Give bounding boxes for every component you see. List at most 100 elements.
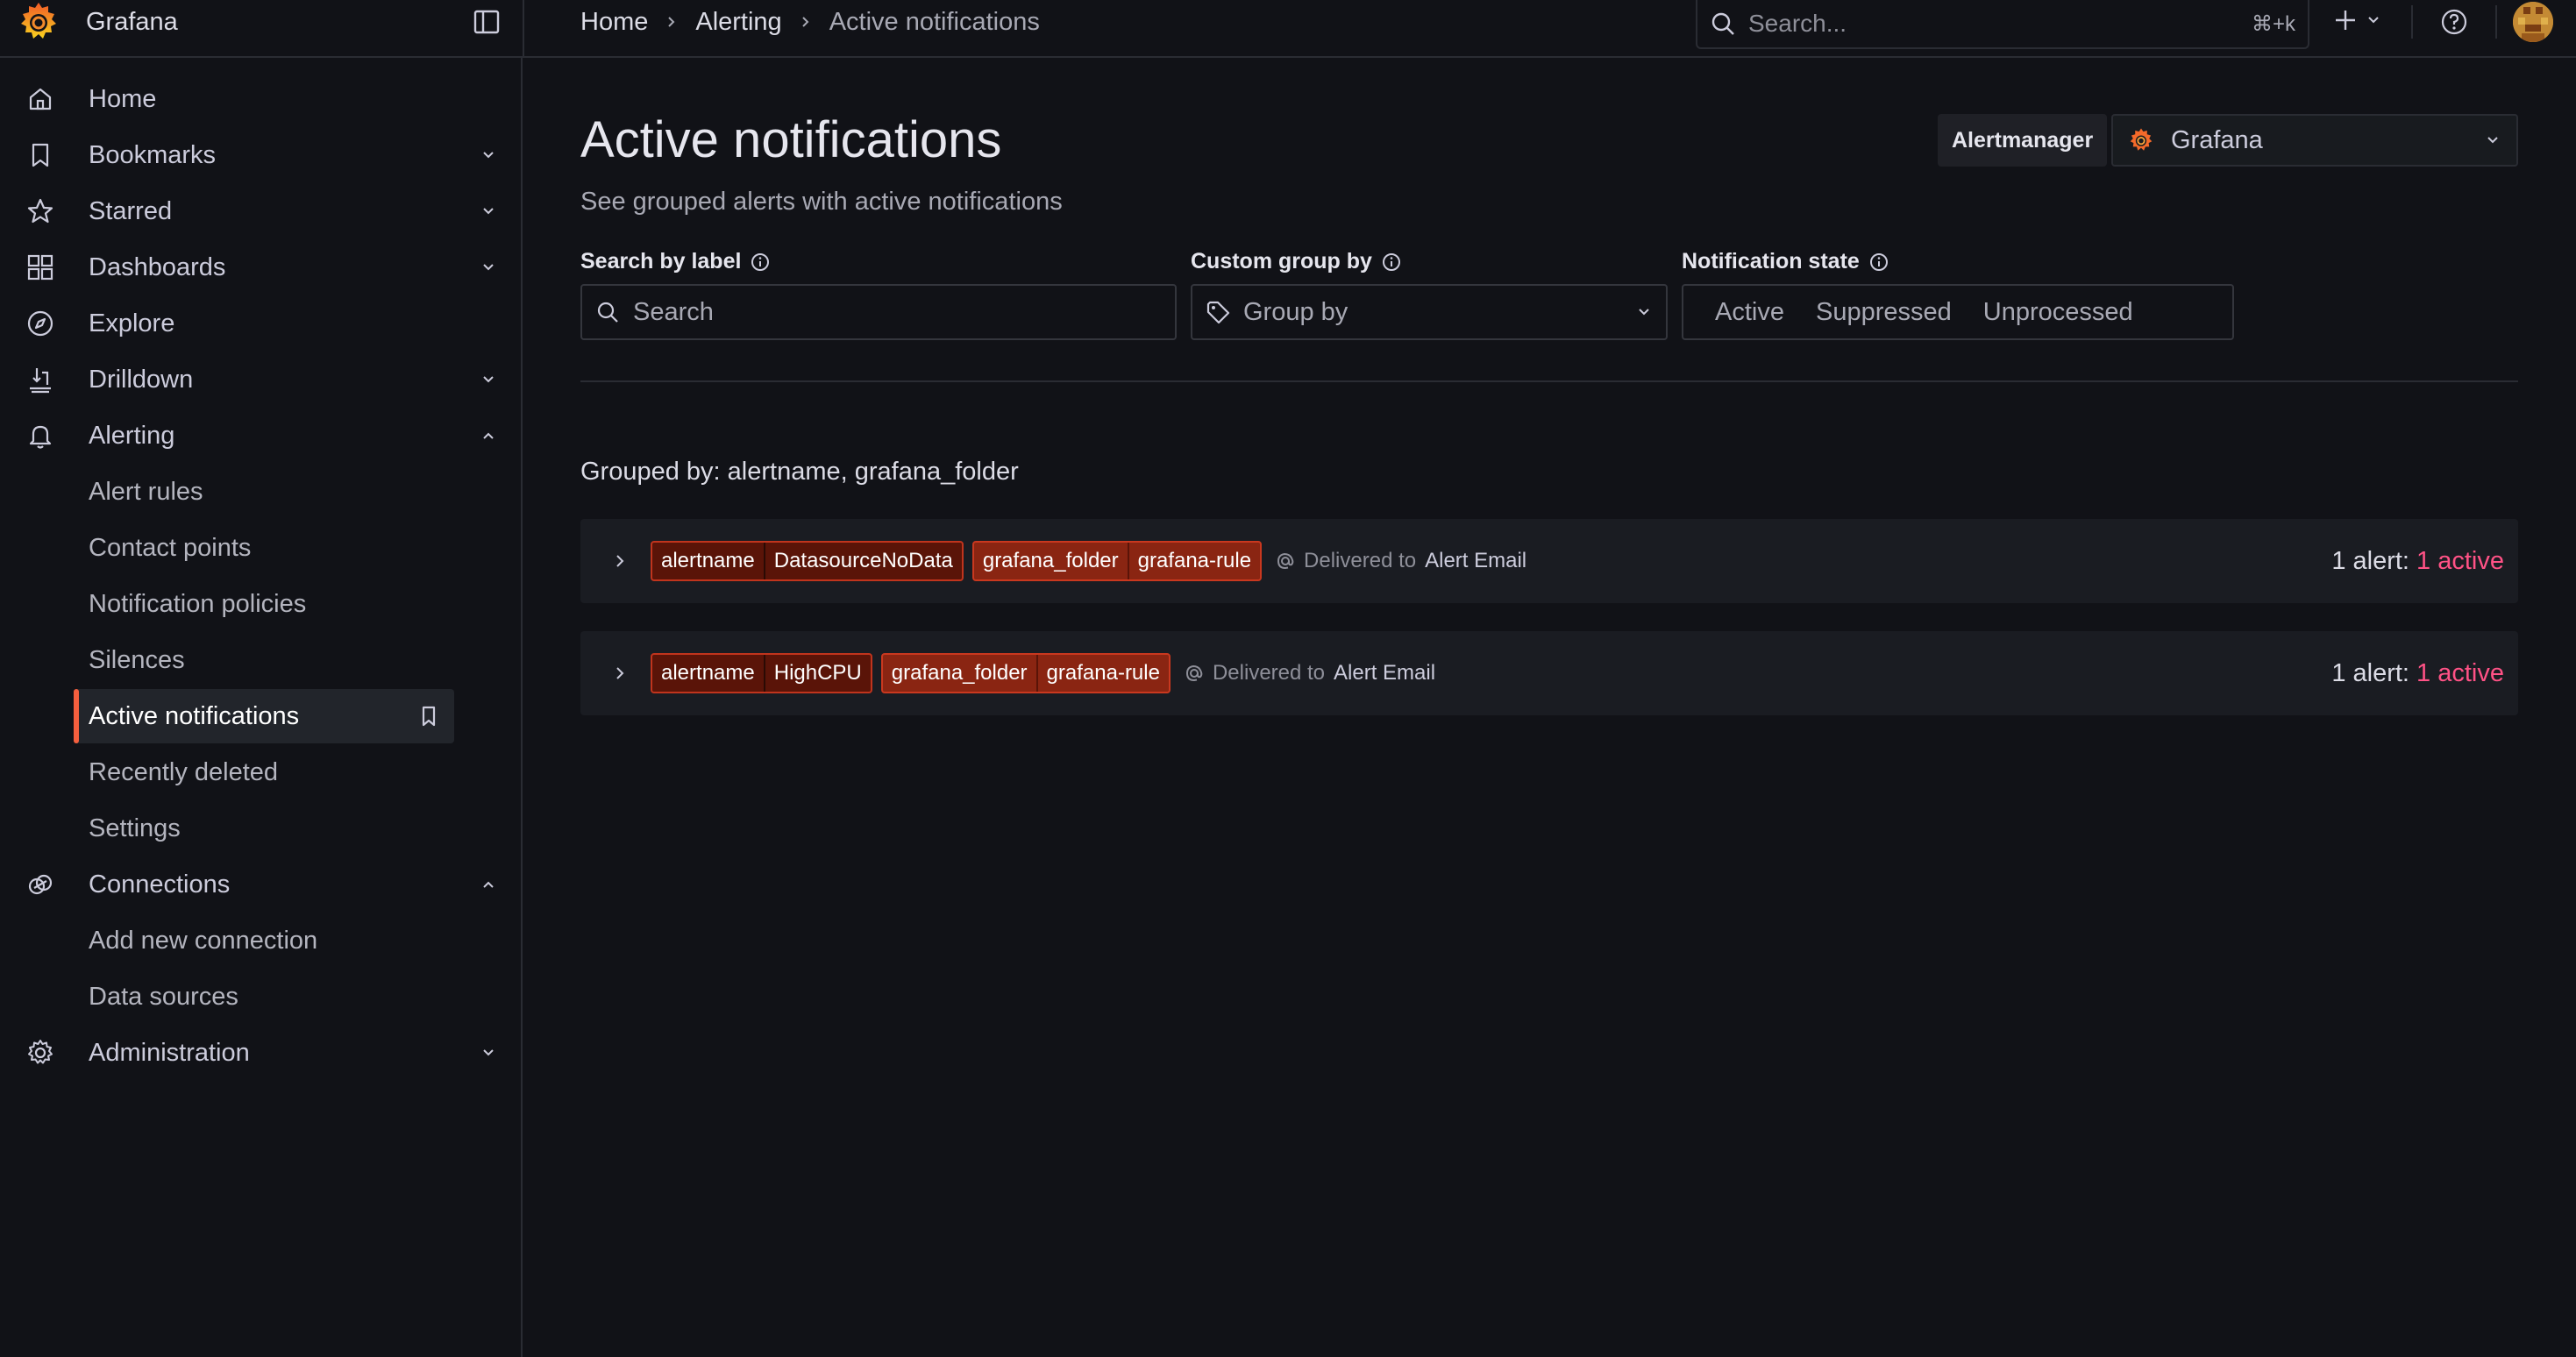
delivered-to: Delivered to Alert Email bbox=[1276, 549, 1526, 573]
label-search-placeholder: Search bbox=[633, 297, 714, 326]
filters-divider bbox=[580, 380, 2518, 382]
dock-menu-icon[interactable] bbox=[472, 7, 502, 37]
chevron-right-icon[interactable] bbox=[610, 551, 630, 571]
alertmanager-select[interactable]: Grafana bbox=[2111, 114, 2518, 167]
filter-label-text: Custom group by bbox=[1191, 249, 1372, 274]
help-icon[interactable] bbox=[2439, 7, 2469, 37]
label-value: grafana-rule bbox=[1137, 549, 1252, 572]
label-key: grafana_folder bbox=[883, 655, 1038, 692]
alert-count-active: 1 active bbox=[2416, 658, 2504, 687]
label-value: grafana-rule bbox=[1046, 661, 1160, 685]
sidebar-item-add-new-connection[interactable]: Add new connection bbox=[74, 913, 454, 968]
bookmark-icon[interactable] bbox=[416, 703, 442, 729]
sidebar-item-label: Explore bbox=[89, 309, 175, 337]
alert-count-prefix: 1 alert: bbox=[2331, 658, 2409, 687]
sidebar-item-label: Connections bbox=[89, 870, 231, 899]
search-icon bbox=[597, 302, 618, 323]
tag-icon bbox=[1206, 301, 1230, 324]
at-icon bbox=[1277, 552, 1294, 570]
label-search-input[interactable]: Search bbox=[580, 284, 1177, 340]
chevron-down-icon[interactable] bbox=[479, 202, 498, 221]
alert-group-row[interactable]: alertname DatasourceNoData grafana_folde… bbox=[580, 519, 2518, 603]
label-tag: alertname HighCPU bbox=[651, 653, 872, 693]
brand[interactable]: Grafana bbox=[16, 0, 178, 44]
sidebar-item-connections[interactable]: Connections bbox=[0, 857, 523, 912]
breadcrumb-home[interactable]: Home bbox=[580, 8, 648, 37]
sidebar-item-notification-policies[interactable]: Notification policies bbox=[74, 577, 454, 631]
chevron-down-icon[interactable] bbox=[479, 146, 498, 165]
sidebar-item-label: Active notifications bbox=[89, 701, 300, 730]
sidebar-item-starred[interactable]: Starred bbox=[0, 184, 523, 238]
star-icon bbox=[27, 198, 53, 224]
sidebar-item-active-notifications[interactable]: Active notifications bbox=[74, 689, 454, 743]
group-labels: alertname DatasourceNoData grafana_folde… bbox=[651, 541, 1526, 581]
chevron-up-icon[interactable] bbox=[479, 426, 498, 445]
chevron-down-icon[interactable] bbox=[479, 258, 498, 277]
sidebar-item-silences[interactable]: Silences bbox=[74, 633, 454, 687]
sidebar-item-recently-deleted[interactable]: Recently deleted bbox=[74, 745, 454, 799]
at-icon bbox=[1185, 664, 1203, 682]
plus-icon bbox=[2336, 11, 2355, 30]
alert-count: 1 alert: 1 active bbox=[2331, 659, 2504, 688]
contact-point-name[interactable]: Alert Email bbox=[1425, 549, 1526, 573]
sidebar-item-contact-points[interactable]: Contact points bbox=[74, 521, 454, 575]
chevron-down-icon bbox=[2487, 137, 2498, 144]
toolbar-separator bbox=[2411, 5, 2413, 39]
grafana-logo-icon[interactable] bbox=[16, 0, 61, 45]
group-by-placeholder: Group by bbox=[1243, 297, 1348, 326]
label-key: alertname bbox=[652, 655, 765, 692]
filter-label-text: Notification state bbox=[1682, 249, 1860, 274]
alert-count-prefix: 1 alert: bbox=[2331, 546, 2409, 575]
chevron-right-icon bbox=[668, 17, 675, 27]
state-option-suppressed[interactable]: Suppressed bbox=[1800, 298, 1968, 327]
sidebar-item-administration[interactable]: Administration bbox=[0, 1026, 523, 1080]
alertmanager-value: Grafana bbox=[2171, 125, 2263, 154]
sidebar-item-label: Administration bbox=[89, 1038, 250, 1067]
group-by-select[interactable]: Group by bbox=[1191, 284, 1668, 340]
state-option-active[interactable]: Active bbox=[1683, 298, 1800, 327]
compass-icon bbox=[27, 310, 53, 337]
breadcrumb-alerting[interactable]: Alerting bbox=[695, 8, 781, 37]
info-icon[interactable] bbox=[1381, 252, 1402, 273]
breadcrumb: Home Alerting Active notifications bbox=[580, 0, 1040, 44]
label-key: grafana_folder bbox=[974, 543, 1129, 579]
sidebar-item-label: Bookmarks bbox=[89, 140, 217, 169]
chevron-up-icon[interactable] bbox=[479, 875, 498, 894]
state-option-unprocessed[interactable]: Unprocessed bbox=[1968, 298, 2149, 327]
sidebar-item-alerting[interactable]: Alerting bbox=[0, 409, 523, 463]
app-name: Grafana bbox=[86, 7, 178, 36]
new-button[interactable] bbox=[2332, 7, 2381, 33]
bell-icon bbox=[29, 425, 52, 449]
user-avatar[interactable] bbox=[2513, 2, 2553, 42]
sidebar-item-label: Silences bbox=[89, 645, 185, 674]
sidebar-item-label: Contact points bbox=[89, 533, 252, 562]
sidebar: Home Bookmarks Starred Dashboards Explor… bbox=[0, 58, 523, 1357]
gear-icon bbox=[28, 1040, 53, 1064]
info-icon[interactable] bbox=[1868, 252, 1889, 273]
page-subtitle: See grouped alerts with active notificat… bbox=[580, 188, 1063, 216]
chevron-down-icon bbox=[1639, 309, 1649, 316]
info-icon[interactable] bbox=[750, 252, 771, 273]
chevron-down-icon[interactable] bbox=[479, 1043, 498, 1062]
sidebar-item-explore[interactable]: Explore bbox=[0, 296, 523, 351]
sidebar-item-bookmarks[interactable]: Bookmarks bbox=[0, 128, 523, 182]
sidebar-item-home[interactable]: Home bbox=[0, 72, 523, 126]
contact-point-name[interactable]: Alert Email bbox=[1334, 661, 1435, 686]
chevron-right-icon[interactable] bbox=[610, 664, 630, 683]
sidebar-item-label: Notification policies bbox=[89, 589, 307, 618]
chevron-down-icon[interactable] bbox=[479, 370, 498, 389]
connections-icon bbox=[28, 874, 53, 895]
label-tag: grafana_folder grafana-rule bbox=[971, 541, 1263, 581]
sidebar-item-dashboards[interactable]: Dashboards bbox=[0, 240, 523, 295]
bookmark-icon bbox=[32, 143, 49, 167]
global-search-input[interactable]: Search... ⌘+k bbox=[1696, 0, 2309, 49]
sidebar-item-drilldown[interactable]: Drilldown bbox=[0, 352, 523, 407]
sidebar-item-label: Starred bbox=[89, 196, 173, 225]
alert-group-row[interactable]: alertname HighCPU grafana_folder grafana… bbox=[580, 631, 2518, 715]
filter-label-text: Search by label bbox=[580, 249, 742, 274]
sidebar-item-label: Alert rules bbox=[89, 477, 203, 506]
sidebar-item-settings[interactable]: Settings bbox=[74, 801, 454, 856]
sidebar-item-data-sources[interactable]: Data sources bbox=[74, 970, 454, 1024]
sidebar-item-alert-rules[interactable]: Alert rules bbox=[74, 465, 454, 519]
sidebar-item-label: Data sources bbox=[89, 982, 238, 1011]
